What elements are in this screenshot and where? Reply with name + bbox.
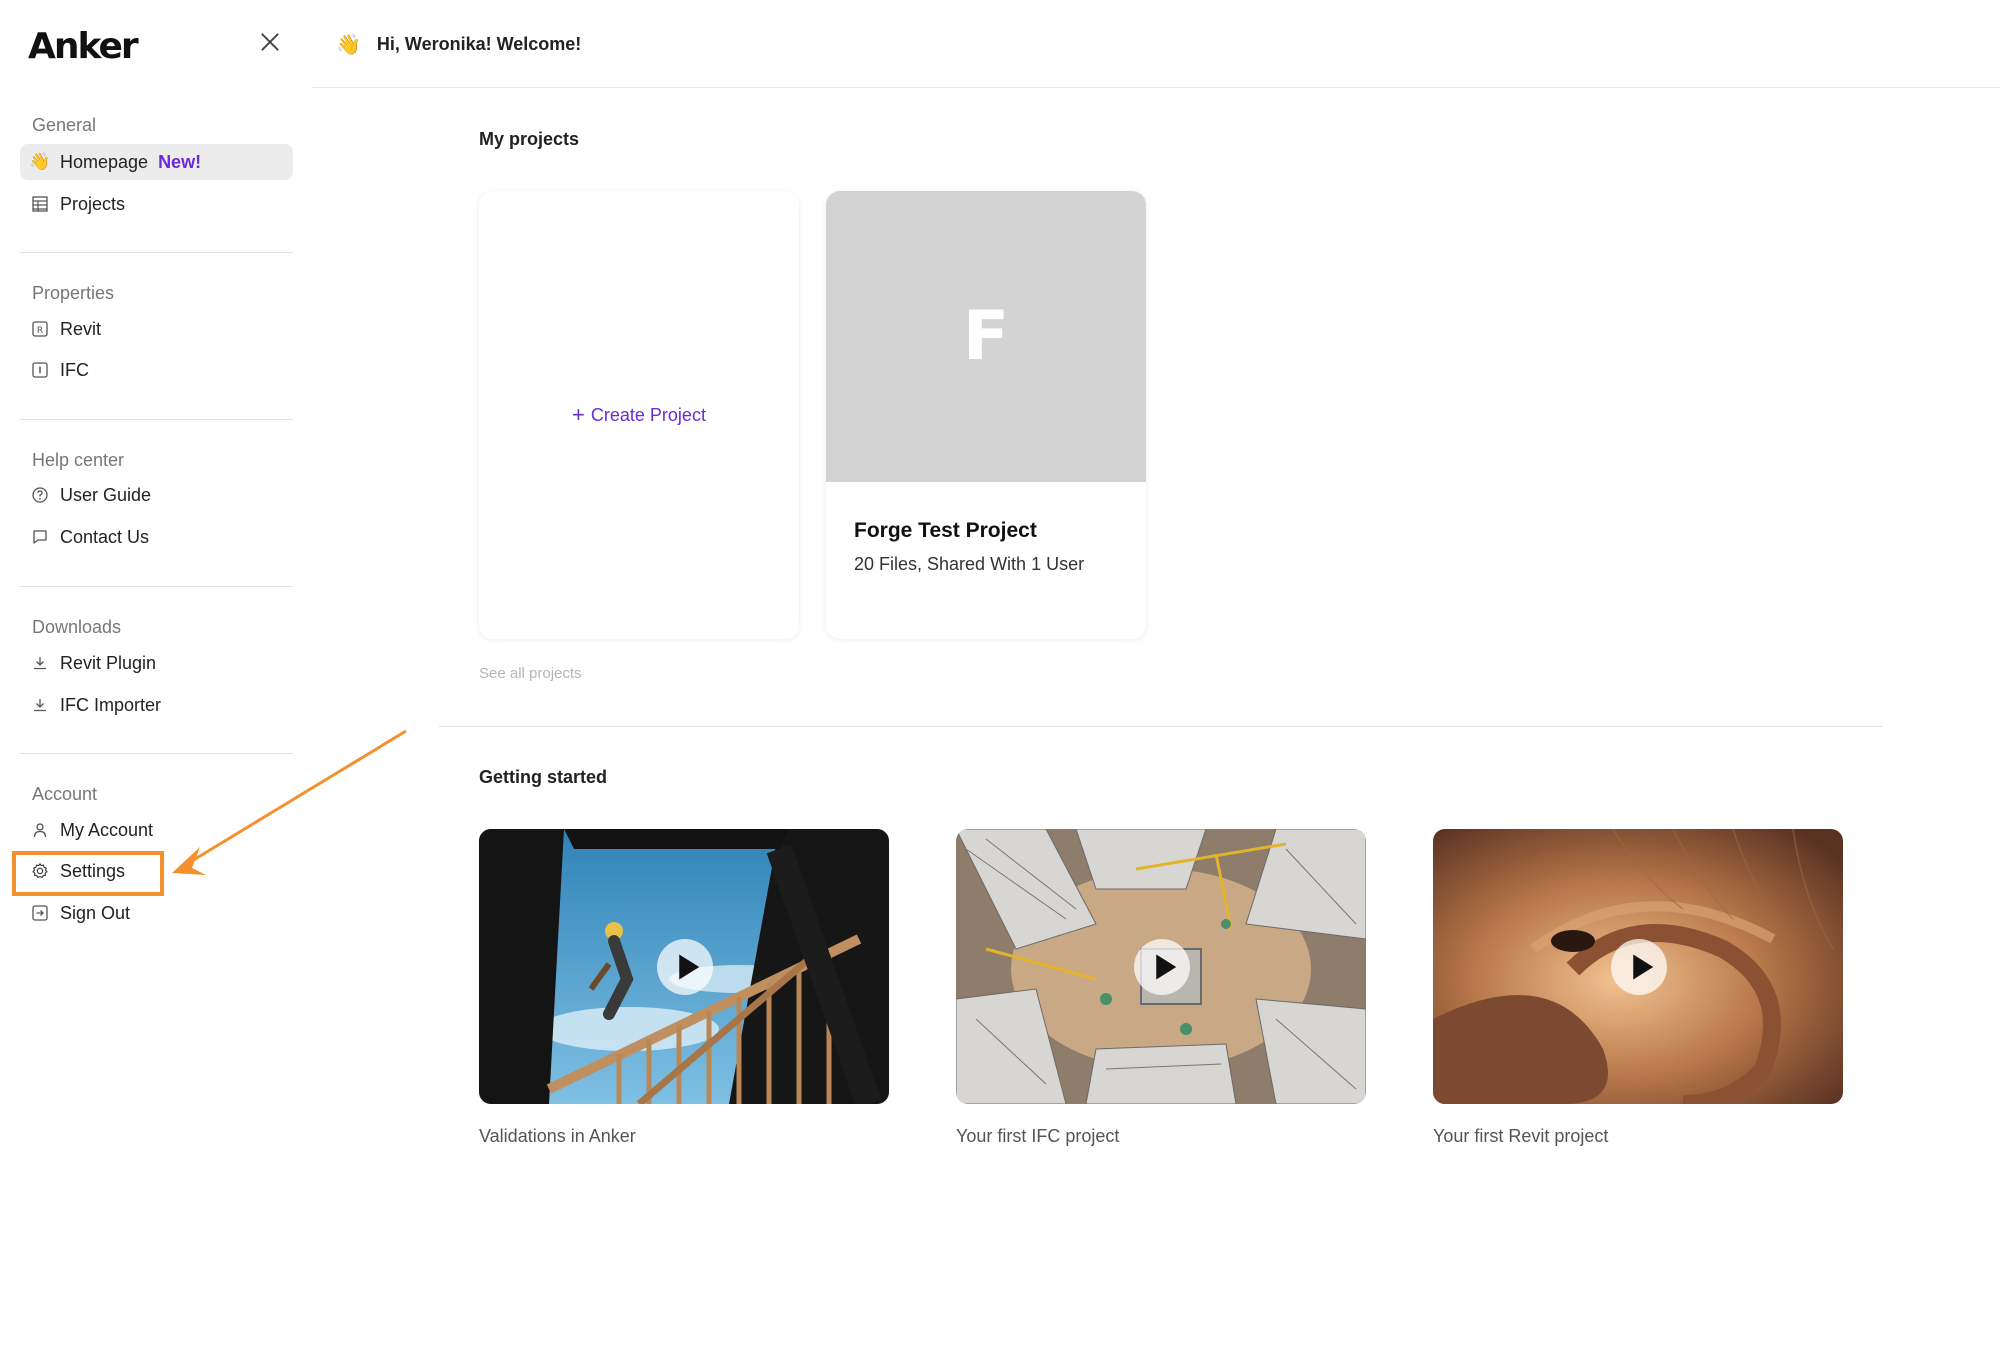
wave-icon: 👋	[29, 152, 51, 171]
sidebar-item-ifc-importer[interactable]: IFC Importer	[20, 687, 293, 723]
sidebar-item-label: Projects	[60, 193, 126, 214]
play-icon	[1155, 954, 1176, 980]
video-caption: Your first IFC project	[956, 1126, 1120, 1146]
sidebar-item-label: Revit	[60, 318, 102, 339]
plus-icon: +	[572, 402, 585, 427]
play-button[interactable]	[1134, 939, 1190, 995]
app-root: Anker General 👋 Homepage New! Projects P…	[0, 0, 2000, 1353]
sidebar-item-label: Revit Plugin	[60, 652, 157, 673]
sign-out-icon	[30, 903, 50, 923]
download-icon	[30, 695, 50, 715]
download-icon	[30, 653, 50, 673]
sidebar-divider	[20, 586, 293, 587]
user-icon	[30, 820, 50, 840]
section-divider	[439, 726, 1883, 727]
ifc-icon	[30, 360, 50, 380]
chat-icon	[30, 527, 50, 547]
getting-started-title: Getting started	[479, 767, 608, 787]
sidebar: Anker General 👋 Homepage New! Projects P…	[0, 0, 312, 1353]
video-card-revit-project[interactable]	[1433, 829, 1843, 1104]
sidebar-item-user-guide[interactable]: User Guide	[20, 477, 293, 513]
play-button[interactable]	[1611, 939, 1667, 995]
play-icon	[678, 954, 699, 980]
sidebar-item-label: Sign Out	[60, 902, 131, 923]
video-card-ifc-project[interactable]	[956, 829, 1366, 1104]
sidebar-item-ifc[interactable]: IFC	[20, 352, 293, 388]
section-title-help: Help center	[32, 450, 125, 470]
annotation-arrow	[172, 729, 407, 875]
video-caption: Your first Revit project	[1433, 1126, 1609, 1146]
section-title-properties: Properties	[32, 283, 115, 303]
project-initial: F	[962, 297, 1010, 376]
top-header: 👋 Hi, Weronika! Welcome!	[312, 0, 2000, 88]
sidebar-item-label: IFC Importer	[60, 694, 162, 715]
section-title-downloads: Downloads	[32, 617, 122, 637]
sidebar-divider	[20, 252, 293, 253]
sidebar-item-revit[interactable]: R Revit	[20, 311, 293, 347]
close-sidebar-button[interactable]	[256, 28, 284, 56]
project-meta: 20 Files, Shared With 1 User	[854, 554, 1085, 574]
create-project-label: Create Project	[590, 404, 706, 425]
welcome-message: 👋 Hi, Weronika! Welcome!	[336, 32, 581, 57]
sidebar-divider	[20, 419, 293, 420]
sidebar-item-homepage[interactable]: 👋 Homepage New!	[20, 144, 293, 180]
sidebar-item-label: Homepage	[60, 151, 149, 172]
close-icon	[261, 33, 279, 51]
sidebar-item-contact[interactable]: Contact Us	[20, 519, 293, 555]
see-all-projects-link[interactable]: See all projects	[479, 665, 582, 682]
svg-text:R: R	[37, 326, 43, 336]
sidebar-item-label: My Account	[60, 819, 154, 840]
wave-icon: 👋	[336, 34, 361, 56]
video-card-validations[interactable]	[479, 829, 889, 1104]
create-project-card[interactable]: + Create Project	[479, 191, 799, 639]
play-button[interactable]	[657, 939, 713, 995]
anker-logo[interactable]: Anker	[28, 26, 139, 67]
project-thumbnail: F	[826, 191, 1146, 482]
video-caption: Validations in Anker	[479, 1126, 636, 1146]
help-circle-icon	[30, 485, 50, 505]
projects-grid-icon	[30, 194, 50, 214]
my-projects-title: My projects	[479, 129, 580, 149]
welcome-text: Hi, Weronika! Welcome!	[376, 34, 582, 54]
sidebar-item-sign-out[interactable]: Sign Out	[20, 895, 293, 931]
project-card[interactable]: F Forge Test Project 20 Files, Shared Wi…	[826, 191, 1146, 639]
create-project-button[interactable]: + Create Project	[572, 404, 706, 426]
sidebar-item-revit-plugin[interactable]: Revit Plugin	[20, 645, 293, 681]
section-title-account: Account	[32, 784, 98, 804]
revit-icon: R	[30, 319, 50, 339]
play-icon	[1632, 954, 1653, 980]
sidebar-item-label: Contact Us	[60, 526, 150, 547]
sidebar-item-label: User Guide	[60, 484, 152, 505]
sidebar-item-label: IFC	[60, 359, 89, 380]
section-title-general: General	[32, 115, 97, 135]
new-badge: New!	[158, 151, 202, 172]
project-name: Forge Test Project	[854, 519, 1037, 542]
annotation-highlight-box	[12, 851, 164, 896]
sidebar-item-projects[interactable]: Projects	[20, 186, 293, 222]
